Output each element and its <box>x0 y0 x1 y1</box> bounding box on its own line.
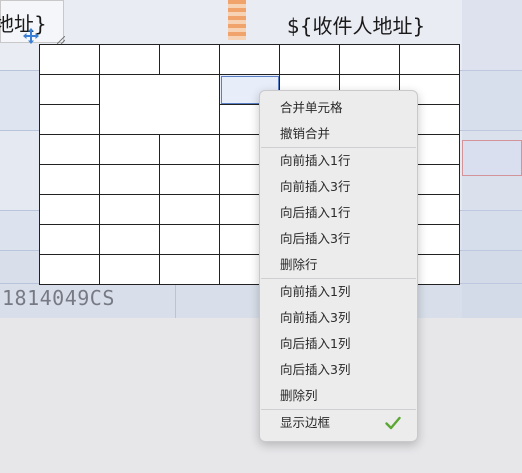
table-cell[interactable] <box>159 134 220 165</box>
menu-item-insert-3-cols-after[interactable]: 向后插入3列 <box>260 357 417 383</box>
menu-item-show-border[interactable]: 显示边框 <box>260 410 417 436</box>
table-cell[interactable] <box>159 194 220 225</box>
table-cell[interactable] <box>39 134 100 165</box>
waybill-orange-stripe <box>228 0 246 40</box>
table-cell[interactable] <box>99 224 160 255</box>
menu-item-insert-3-cols-before[interactable]: 向前插入3列 <box>260 305 417 331</box>
move-icon[interactable] <box>23 28 39 44</box>
table-cell[interactable] <box>159 254 220 285</box>
table-cell[interactable] <box>159 224 220 255</box>
menu-item-insert-1-col-after[interactable]: 向后插入1列 <box>260 331 417 357</box>
table-cell[interactable] <box>99 164 160 195</box>
menu-item-merge-cells[interactable]: 合并单元格 <box>260 95 417 121</box>
menu-item-label: 显示边框 <box>280 415 331 430</box>
table-cell[interactable] <box>99 194 160 225</box>
table-cell[interactable] <box>39 74 100 105</box>
table-cell[interactable] <box>159 164 220 195</box>
table-cell[interactable] <box>339 44 400 75</box>
menu-item-insert-1-row-before[interactable]: 向前插入1行 <box>260 148 417 174</box>
checkmark-icon <box>385 416 401 430</box>
table-cell[interactable] <box>399 44 460 75</box>
table-cell[interactable] <box>99 134 160 165</box>
menu-item-unmerge-cells[interactable]: 撤销合并 <box>260 121 417 147</box>
table-row <box>39 44 460 75</box>
menu-item-insert-3-rows-before[interactable]: 向前插入3行 <box>260 174 417 200</box>
table-cell[interactable] <box>39 104 100 135</box>
menu-item-insert-1-row-after[interactable]: 向后插入1行 <box>260 200 417 226</box>
table-cell[interactable] <box>39 44 100 75</box>
menu-item-delete-column[interactable]: 删除列 <box>260 383 417 409</box>
table-cell[interactable] <box>39 254 100 285</box>
table-cell[interactable] <box>219 44 280 75</box>
table-cell[interactable] <box>39 164 100 195</box>
recipient-address-placeholder[interactable]: ${收件人地址} <box>287 10 425 39</box>
menu-item-insert-3-rows-after[interactable]: 向后插入3行 <box>260 226 417 252</box>
menu-item-insert-1-col-before[interactable]: 向前插入1列 <box>260 279 417 305</box>
designer-canvas: 1814049CS 地址} ${收件人地址} 合并单元格 撤销合并 向前插入1行… <box>0 0 522 473</box>
table-cell[interactable] <box>39 224 100 255</box>
table-context-menu: 合并单元格 撤销合并 向前插入1行 向前插入3行 向后插入1行 向后插入3行 删… <box>259 90 418 442</box>
resize-handle-icon[interactable] <box>57 36 65 44</box>
menu-item-delete-row[interactable]: 删除行 <box>260 252 417 278</box>
table-cell[interactable] <box>279 44 340 75</box>
tracking-number: 1814049CS <box>2 286 115 310</box>
table-cell[interactable] <box>39 194 100 225</box>
merged-table-cell[interactable] <box>99 74 220 135</box>
table-cell[interactable] <box>99 44 160 75</box>
table-cell[interactable] <box>99 254 160 285</box>
table-cell[interactable] <box>159 44 220 75</box>
waybill-stamp <box>462 140 522 176</box>
